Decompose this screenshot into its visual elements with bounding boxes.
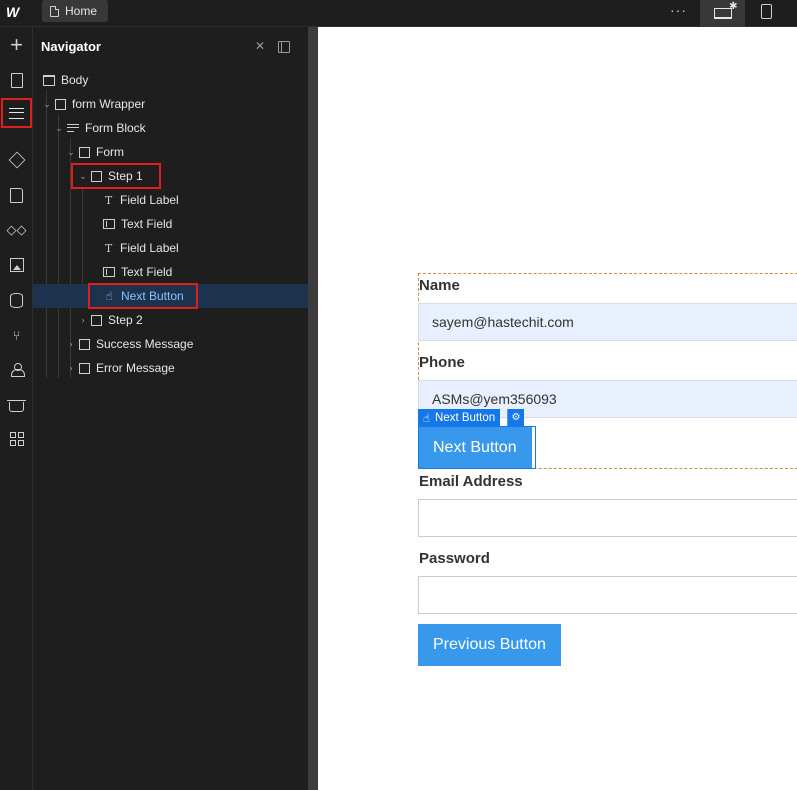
user-icon [10, 363, 25, 377]
page-tab-home[interactable]: Home [42, 0, 108, 22]
ecommerce-button[interactable] [2, 391, 31, 419]
phone-label: Phone [419, 354, 465, 371]
div-block-icon [55, 98, 66, 110]
chevron-right-icon[interactable]: › [66, 339, 76, 349]
input-field-icon [103, 267, 115, 277]
more-icon[interactable]: ··· [670, 2, 687, 18]
tree-item-body[interactable]: Body [33, 68, 308, 92]
selection-badge[interactable]: ☝ Next Button [418, 409, 501, 426]
text-icon: T [104, 241, 113, 255]
tree-item-step-2[interactable]: › Step 2 [33, 308, 308, 332]
tree-item-form-block[interactable]: ⌄ Form Block [33, 116, 308, 140]
basket-icon [7, 400, 26, 412]
pages-button[interactable] [2, 66, 31, 94]
input-field-icon [103, 219, 115, 229]
chevron-right-icon[interactable]: › [66, 363, 76, 373]
email-label: Email Address [419, 473, 523, 490]
add-elements-button[interactable]: + [2, 31, 31, 59]
body-icon [43, 74, 55, 86]
page-icon [50, 5, 59, 17]
div-block-icon [79, 338, 90, 350]
assets-button[interactable] [2, 251, 31, 279]
name-value: sayem@hastechit.com [432, 314, 574, 330]
selection-frame [418, 426, 536, 469]
highlight-next-button [88, 283, 198, 309]
components-button[interactable] [2, 146, 31, 174]
webflow-designer: W Home ··· ✱ + ◇◇ ⑂ Navigator ✕ Body ⌄ f… [0, 0, 797, 790]
tree-icon: ⑂ [12, 327, 21, 343]
text-icon: T [104, 193, 113, 207]
chevron-down-icon[interactable]: ⌄ [66, 147, 76, 158]
tree-item-field-label[interactable]: T Field Label [33, 188, 308, 212]
variables-button[interactable]: ◇◇ [2, 216, 31, 244]
navigator-icon [9, 107, 24, 119]
div-block-icon [79, 146, 90, 158]
tree-item-field-label[interactable]: T Field Label [33, 236, 308, 260]
password-label: Password [419, 550, 490, 567]
previous-button[interactable]: Previous Button [418, 624, 561, 666]
tree-item-form[interactable]: ⌄ Form [33, 140, 308, 164]
dock-panel-icon[interactable] [278, 41, 290, 53]
logic-button[interactable]: ⑂ [2, 321, 31, 349]
password-input[interactable] [418, 576, 797, 614]
tree-item-text-field[interactable]: Text Field [33, 260, 308, 284]
drops-icon: ◇◇ [6, 222, 27, 237]
top-bar: W Home ··· ✱ [0, 0, 797, 27]
navigator-button[interactable] [1, 98, 32, 128]
left-toolbar: + ◇◇ ⑂ [0, 27, 33, 790]
apps-icon [9, 432, 24, 446]
apps-button[interactable] [2, 425, 31, 453]
settings-gear-icon[interactable]: ⚙ [507, 409, 524, 426]
webflow-logo[interactable]: W [6, 4, 28, 22]
panel-divider[interactable] [308, 27, 318, 790]
div-block-icon [79, 362, 90, 374]
highlight-step-1 [71, 163, 161, 189]
div-block-icon [91, 314, 102, 326]
selection-badge-label: Next Button [435, 411, 496, 424]
style-guide-button[interactable] [2, 181, 31, 209]
database-icon [10, 292, 23, 308]
tree-item-text-field[interactable]: Text Field [33, 212, 308, 236]
form-block-icon [67, 123, 79, 133]
tree-item-error-message[interactable]: › Error Message [33, 356, 308, 380]
pointer-hand-icon: ☝ [423, 412, 431, 425]
breakpoint-desktop-button[interactable]: ✱ [700, 0, 745, 27]
phone-value: ASMs@yem356093 [432, 391, 557, 407]
tree-item-success-message[interactable]: › Success Message [33, 332, 308, 356]
name-input[interactable]: sayem@hastechit.com [418, 303, 797, 341]
tablet-icon[interactable] [761, 4, 772, 19]
chevron-down-icon[interactable]: ⌄ [42, 99, 52, 110]
image-icon [9, 258, 24, 272]
desktop-icon: ✱ [713, 1, 738, 19]
base-breakpoint-star-icon: ✱ [729, 1, 738, 12]
tree-item-form-wrapper[interactable]: ⌄ form Wrapper [33, 92, 308, 116]
plus-icon: + [10, 32, 23, 57]
design-canvas[interactable]: Name sayem@hastechit.com Phone ASMs@yem3… [318, 27, 797, 790]
page-icon [10, 72, 23, 88]
chevron-right-icon[interactable]: › [78, 315, 88, 325]
panel-title: Navigator [41, 39, 101, 54]
cube-icon [8, 151, 25, 169]
page-tab-label: Home [65, 4, 98, 18]
book-icon [10, 187, 23, 203]
chevron-down-icon[interactable]: ⌄ [54, 123, 64, 134]
name-label: Name [419, 277, 460, 294]
navigator-panel: Navigator ✕ Body ⌄ form Wrapper ⌄ Form B… [33, 27, 308, 790]
collapse-all-icon[interactable]: ✕ [255, 39, 265, 53]
email-input[interactable] [418, 499, 797, 537]
cms-button[interactable] [2, 286, 31, 314]
users-button[interactable] [2, 356, 31, 384]
